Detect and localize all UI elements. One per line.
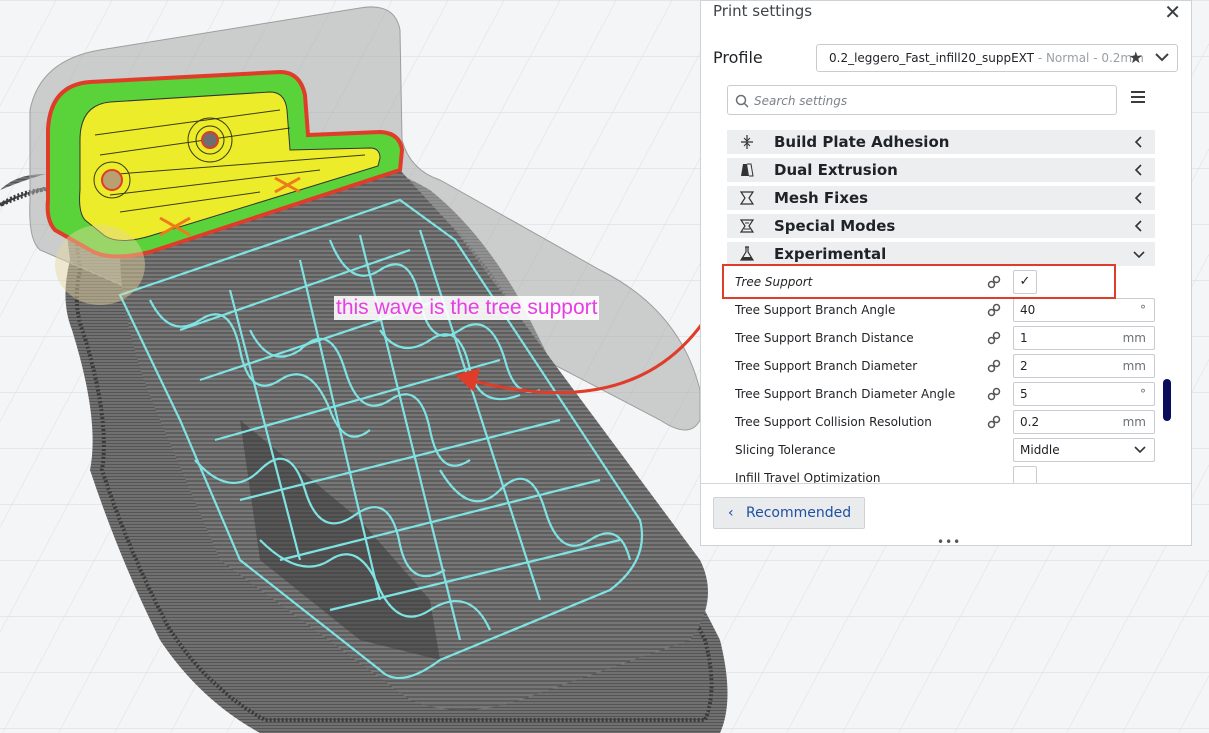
setting-tree-support: Tree Support ✓: [735, 269, 1165, 295]
category-label: Mesh Fixes: [774, 189, 869, 207]
profile-name: 0.2_leggero_Fast_infill20_suppEXT: [829, 51, 1034, 65]
link-icon[interactable]: [987, 303, 1001, 317]
annotation-label: this wave is the tree support: [334, 296, 600, 320]
field-unit: mm: [1122, 359, 1146, 373]
setting-label: Infill Travel Optimization: [735, 471, 881, 483]
setting-tree-support-branch-diameter-angle: Tree Support Branch Diameter Angle 5 °: [735, 381, 1165, 407]
hamburger-menu-icon[interactable]: [1131, 91, 1145, 105]
star-icon[interactable]: ★: [1129, 45, 1143, 71]
chevron-left-icon: [1134, 192, 1142, 204]
setting-slicing-tolerance: Slicing Tolerance Middle: [735, 437, 1165, 463]
category-label: Special Modes: [774, 217, 896, 235]
resize-grip-icon[interactable]: •••: [937, 536, 961, 548]
mesh-fixes-icon: [739, 191, 755, 205]
field-value: 2: [1020, 359, 1028, 373]
field-value: 1: [1020, 331, 1028, 345]
link-icon[interactable]: [987, 275, 1001, 289]
branch-diameter-input[interactable]: 2 mm: [1013, 354, 1155, 378]
category-label: Dual Extrusion: [774, 161, 898, 179]
setting-label: Tree Support Branch Angle: [735, 303, 896, 317]
link-icon[interactable]: [987, 331, 1001, 345]
category-build-plate-adhesion[interactable]: Build Plate Adhesion: [727, 130, 1155, 154]
search-icon: [735, 94, 749, 108]
link-icon[interactable]: [987, 415, 1001, 429]
category-mesh-fixes[interactable]: Mesh Fixes: [727, 186, 1155, 210]
profile-detail: - Normal - 0.2mm: [1034, 51, 1144, 65]
chevron-down-icon: [1155, 53, 1169, 62]
slicing-tolerance-select[interactable]: Middle: [1013, 438, 1155, 462]
dual-extrusion-icon: [741, 163, 754, 177]
translucent-sphere: [55, 225, 145, 305]
category-dual-extrusion[interactable]: Dual Extrusion: [727, 158, 1155, 182]
field-value: 40: [1020, 303, 1036, 317]
setting-tree-support-branch-distance: Tree Support Branch Distance 1 mm: [735, 325, 1165, 351]
link-icon[interactable]: [987, 359, 1001, 373]
chevron-left-icon: ‹: [728, 505, 734, 521]
setting-label: Tree Support: [735, 275, 813, 289]
branch-angle-input[interactable]: 40 °: [1013, 298, 1155, 322]
category-label: Experimental: [774, 245, 887, 263]
chevron-down-icon: [1133, 251, 1145, 259]
branch-distance-input[interactable]: 1 mm: [1013, 326, 1155, 350]
category-special-modes[interactable]: Special Modes: [727, 214, 1155, 238]
setting-label: Tree Support Branch Distance: [735, 331, 914, 345]
chevron-left-icon: [1134, 136, 1142, 148]
panel-title: Print settings: [713, 2, 813, 20]
field-unit: mm: [1122, 331, 1146, 345]
adhesion-icon: [741, 135, 753, 149]
setting-label: Tree Support Branch Diameter Angle: [735, 387, 956, 401]
chevron-down-icon: [1134, 446, 1146, 454]
category-label: Build Plate Adhesion: [774, 133, 950, 151]
top-layer-hole: [201, 131, 219, 149]
link-icon[interactable]: [987, 387, 1001, 401]
setting-tree-support-branch-diameter: Tree Support Branch Diameter 2 mm: [735, 353, 1165, 379]
infill-travel-optimization-checkbox[interactable]: [1013, 466, 1037, 483]
field-unit: °: [1140, 387, 1146, 401]
select-value: Middle: [1020, 443, 1060, 457]
search-box: [727, 85, 1117, 115]
setting-label: Tree Support Branch Diameter: [735, 359, 918, 373]
setting-label: Tree Support Collision Resolution: [735, 415, 932, 429]
setting-label: Slicing Tolerance: [735, 443, 836, 457]
branch-diameter-angle-input[interactable]: 5 °: [1013, 382, 1155, 406]
setting-infill-travel-optimization: Infill Travel Optimization: [735, 465, 1165, 483]
special-modes-icon: [739, 219, 755, 233]
settings-scrollbar[interactable]: [1163, 379, 1171, 421]
chevron-left-icon: [1134, 220, 1142, 232]
footer-divider: [701, 483, 1191, 484]
chevron-left-icon: [1134, 164, 1142, 176]
setting-tree-support-collision-resolution: Tree Support Collision Resolution 0.2 mm: [735, 409, 1165, 435]
setting-tree-support-branch-angle: Tree Support Branch Angle 40 °: [735, 297, 1165, 323]
top-layer-hole-left: [101, 169, 123, 191]
field-value: 5: [1020, 387, 1028, 401]
field-unit: mm: [1122, 415, 1146, 429]
category-experimental[interactable]: Experimental: [727, 242, 1155, 266]
field-unit: °: [1140, 303, 1146, 317]
profile-label: Profile: [713, 48, 763, 67]
recommended-label: Recommended: [746, 505, 852, 521]
profile-dropdown[interactable]: 0.2_leggero_Fast_infill20_suppEXT - Norm…: [816, 44, 1178, 72]
recommended-button[interactable]: ‹ Recommended: [713, 497, 865, 529]
field-value: 0.2: [1020, 415, 1040, 429]
close-icon[interactable]: ✕: [1164, 1, 1181, 23]
search-input[interactable]: [752, 91, 1106, 111]
print-settings-panel: Print settings ✕ Profile 0.2_leggero_Fas…: [700, 0, 1192, 548]
tree-support-checkbox[interactable]: ✓: [1013, 270, 1037, 294]
collision-resolution-input[interactable]: 0.2 mm: [1013, 410, 1155, 434]
flask-icon: [739, 246, 755, 261]
